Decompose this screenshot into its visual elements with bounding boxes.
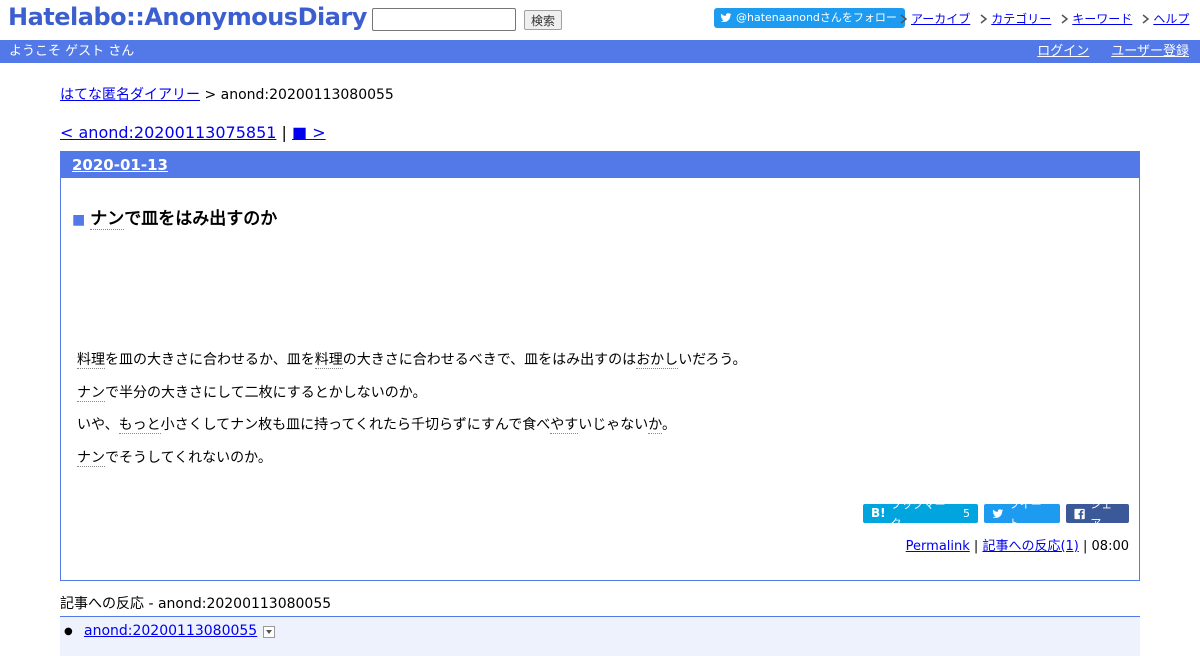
paragraph-text: で半分の大きさにして二枚にするとかしないのか。 (105, 384, 427, 401)
arrow-right-icon (1142, 13, 1150, 24)
reaction-item-link[interactable]: anond:20200113080055 (84, 623, 257, 639)
top-nav: アーカイブ カテゴリー キーワード ヘルプ (900, 10, 1189, 27)
entry-permalink-marker[interactable]: ■ (72, 212, 85, 228)
entry-footer: Permalink | 記事への反応(1) | 08:00 (906, 535, 1129, 554)
hatena-bookmark-label: ブックマーク (890, 497, 946, 530)
nav-keyword[interactable]: キーワード (1061, 10, 1132, 27)
paragraph-text: いや、 (77, 417, 119, 433)
day-header: 2020-01-13 (61, 152, 1139, 178)
day-date-link[interactable]: 2020-01-13 (72, 156, 168, 174)
entry-paragraph: いや、もっと小さくしてナン枚も皿に持ってくれたら千切らずにすんで食べやすいじゃな… (77, 415, 747, 435)
search-button[interactable]: 検索 (524, 10, 563, 30)
welcome-bar: ようこそ ゲスト さん ログイン ユーザー登録 (0, 40, 1200, 63)
paragraph-text: いだろう。 (678, 352, 747, 368)
list-bullet: ● (64, 626, 73, 637)
prev-entry-link[interactable]: < anond:20200113075851 (60, 123, 276, 142)
twitter-bird-icon (992, 508, 1004, 518)
entry-paragraph: ナンでそうしてくれないのか。 (77, 448, 747, 468)
keyword-link[interactable]: ナン (77, 384, 105, 402)
nav-archive-label: アーカイブ (911, 12, 971, 26)
keyword-link[interactable]: もっと (118, 417, 161, 434)
arrow-right-icon (980, 13, 988, 24)
search-input[interactable] (372, 8, 516, 31)
entry-pager: < anond:20200113075851 | ■ > (60, 123, 1140, 142)
entry-time: 08:00 (1091, 539, 1129, 554)
footer-separator: | (1078, 539, 1092, 554)
entry-paragraph: 料理を皿の大きさに合わせるか、皿を料理の大きさに合わせるべきで、皿をはみ出すのは… (77, 350, 747, 370)
paragraph-text: でそうしてくれないのか。 (105, 449, 272, 466)
facebook-share-label: シェア (1090, 497, 1113, 530)
pager-separator: | (276, 123, 292, 142)
share-buttons: B! ブックマーク 5 ツイート シェア (863, 498, 1129, 530)
entry-paragraph: ナンで半分の大きさにして二枚にするとかしないのか。 (77, 383, 747, 403)
breadcrumb: はてな匿名ダイアリー > anond:20200113080055 (60, 84, 1140, 104)
entry-body: 料理を皿の大きさに合わせるか、皿を料理の大きさに合わせるべきで、皿をはみ出すのは… (77, 350, 747, 480)
main-content: はてな匿名ダイアリー > anond:20200113080055 < anon… (60, 63, 1140, 656)
nav-archive[interactable]: アーカイブ (900, 10, 970, 27)
arrow-right-icon (900, 13, 908, 24)
reactions-title: 記事への反応 - anond:20200113080055 (60, 596, 332, 612)
facebook-icon (1074, 508, 1085, 519)
breadcrumb-current: anond:20200113080055 (220, 87, 394, 103)
twitter-bird-icon (720, 13, 732, 23)
paragraph-text: 小さくしてナン枚も皿に持ってくれたら千切らずにすんで食べ (160, 417, 551, 433)
next-entry-link[interactable]: ■ > (292, 123, 326, 142)
reactions-link[interactable]: 記事への反応(1) (982, 539, 1078, 554)
hatena-bookmark-icon: B! (871, 506, 886, 520)
tweet-button[interactable]: ツイート (984, 498, 1060, 530)
keyword-link[interactable]: ナン (77, 449, 105, 467)
paragraph-text: いじゃない (578, 417, 649, 433)
keyword-link[interactable]: 料理 (314, 352, 343, 369)
keyword-link[interactable]: おかし (636, 352, 679, 369)
keyword-link[interactable]: か (648, 417, 662, 434)
footer-separator: | (969, 539, 983, 554)
register-link[interactable]: ユーザー登録 (1111, 40, 1189, 63)
hatena-bookmark-button[interactable]: B! ブックマーク 5 (863, 498, 978, 530)
nav-category[interactable]: カテゴリー (980, 10, 1051, 27)
permalink-link[interactable]: Permalink (906, 539, 970, 554)
paragraph-text: 。 (661, 417, 676, 433)
arrow-right-icon (1061, 13, 1069, 24)
twitter-follow-button[interactable]: @hatenaanondさんをフォロー (714, 8, 905, 28)
keyword-link[interactable]: 料理 (77, 352, 105, 369)
welcome-message: ようこそ ゲスト さん (9, 44, 135, 59)
tweet-label: ツイート (1008, 497, 1042, 530)
reactions-list: ● anond:20200113080055 (60, 616, 1140, 656)
site-logo[interactable]: Hatelabo::AnonymousDiary (8, 3, 367, 31)
entry-title-text: で皿をはみ出すのか (124, 209, 278, 229)
dropdown-toggle-icon[interactable] (263, 625, 276, 638)
site-header: Hatelabo::AnonymousDiary 検索 @hatenaanond… (0, 0, 1200, 40)
paragraph-text: を皿の大きさに合わせるか、皿を (105, 352, 315, 368)
login-link[interactable]: ログイン (1037, 40, 1089, 63)
nav-help-label: ヘルプ (1153, 12, 1190, 26)
hatena-bookmark-count: 5 (963, 507, 970, 520)
nav-category-label: カテゴリー (991, 12, 1052, 26)
breadcrumb-home-link[interactable]: はてな匿名ダイアリー (60, 87, 200, 103)
nav-keyword-label: キーワード (1072, 12, 1133, 26)
entry-title: ■ ナンで皿をはみ出すのか (72, 204, 278, 230)
facebook-share-button[interactable]: シェア (1066, 498, 1129, 530)
paragraph-text: の大きさに合わせるべきで、皿をはみ出すのは (342, 352, 637, 368)
breadcrumb-separator: > (200, 87, 221, 103)
day-section: 2020-01-13 ■ ナンで皿をはみ出すのか 料理を皿の大きさに合わせるか、皿… (60, 151, 1140, 581)
nav-help[interactable]: ヘルプ (1142, 10, 1189, 27)
keyword-link[interactable]: やす (550, 417, 579, 434)
keyword-link[interactable]: ナン (90, 209, 125, 230)
follow-button-label: @hatenaanondさんをフォロー (736, 11, 897, 24)
